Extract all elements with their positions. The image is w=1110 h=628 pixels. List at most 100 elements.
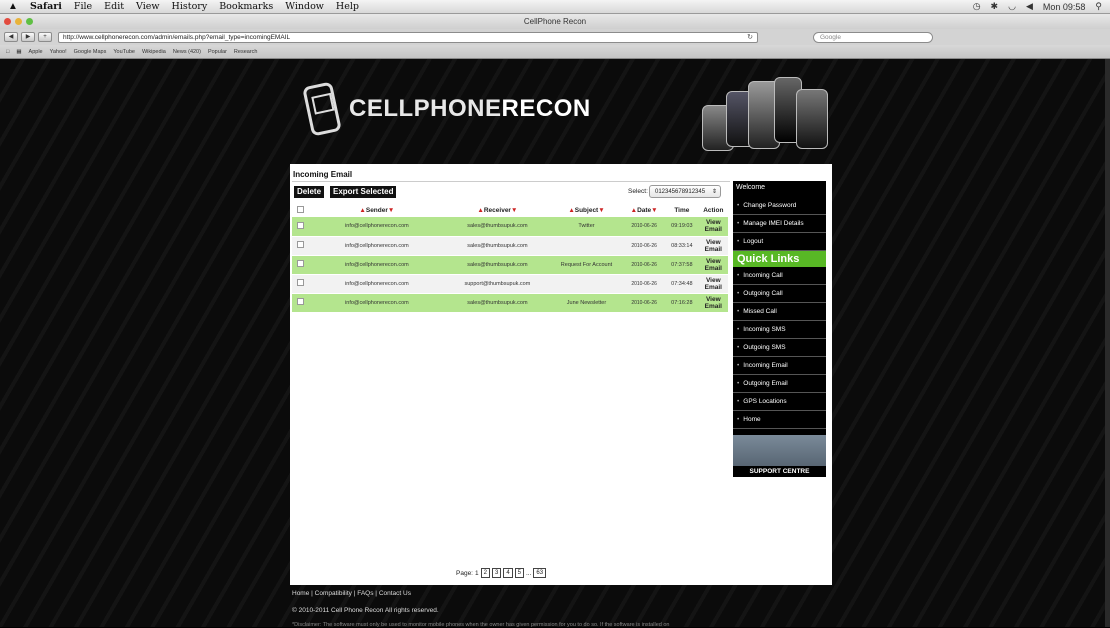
- row-checkbox[interactable]: [296, 279, 304, 286]
- menu-clock[interactable]: Mon 09:58: [1043, 2, 1086, 12]
- wifi-icon[interactable]: ◡: [1008, 1, 1016, 12]
- cell-subject: Twitter: [549, 217, 624, 237]
- sidebar-item-incoming-sms[interactable]: • Incoming SMS: [733, 321, 826, 339]
- cell-subject: Request For Account: [549, 255, 624, 275]
- column-date[interactable]: ▲Date▼: [623, 203, 665, 217]
- view-email-link[interactable]: View Email: [698, 217, 728, 237]
- sidebar-item-incoming-email[interactable]: • Incoming Email: [733, 357, 826, 375]
- site-logo[interactable]: CELLPHONERECON: [302, 81, 591, 137]
- row-checkbox[interactable]: [296, 241, 304, 248]
- column-receiver[interactable]: ▲Receiver▼: [445, 203, 550, 217]
- sidebar-item-incoming-call[interactable]: • Incoming Call: [733, 267, 826, 285]
- bookmark-yahoo[interactable]: Yahoo!: [50, 49, 67, 55]
- view-email-link[interactable]: View Email: [698, 236, 728, 256]
- menu-edit[interactable]: Edit: [104, 1, 124, 12]
- browser-toolbar: ◀ ▶ + http://www.cellphonerecon.com/admi…: [0, 29, 1110, 45]
- footer-link-compatibility[interactable]: Compatibility: [315, 590, 352, 597]
- reading-list-icon[interactable]: □: [6, 49, 9, 55]
- page-link[interactable]: 4: [503, 568, 513, 578]
- time-machine-icon[interactable]: ◷: [973, 1, 981, 12]
- export-selected-button[interactable]: Export Selected: [330, 186, 397, 198]
- bookmark-apple[interactable]: Apple: [29, 49, 43, 55]
- reload-icon[interactable]: ↻: [747, 33, 753, 43]
- bookmark-wikipedia[interactable]: Wikipedia: [142, 49, 166, 55]
- incoming-email-table: ▲Sender▼ ▲Receiver▼ ▲Subject▼ ▲Date▼ Tim…: [292, 203, 728, 313]
- view-email-link[interactable]: View Email: [698, 274, 728, 294]
- bookmarks-bar: □ ▦ Apple Yahoo! Google Maps YouTube Wik…: [0, 45, 1110, 59]
- pager-current: 1: [475, 569, 479, 577]
- menu-bookmarks[interactable]: Bookmarks: [219, 1, 273, 12]
- footer-link-faqs[interactable]: FAQs: [357, 590, 373, 597]
- table-row: info@cellphonerecon.com sales@thumbsupuk…: [292, 217, 728, 237]
- footer-links: Home | Compatibility | FAQs | Contact Us: [292, 590, 411, 597]
- sidebar-item-manage-imei[interactable]: • Manage IMEI Details: [733, 215, 826, 233]
- page-scrollbar[interactable]: [1105, 59, 1110, 627]
- add-bookmark-button[interactable]: +: [38, 32, 52, 42]
- menu-history[interactable]: History: [172, 1, 208, 12]
- page-link[interactable]: 3: [491, 568, 502, 578]
- sidebar-item-gps-locations[interactable]: • GPS Locations: [733, 393, 826, 411]
- window-title: CellPhone Recon: [523, 17, 587, 26]
- search-placeholder: Google: [820, 33, 841, 41]
- footer-link-home[interactable]: Home: [292, 590, 309, 597]
- cell-date: 2010-06-26: [623, 293, 666, 313]
- menu-safari[interactable]: Safari: [30, 1, 62, 12]
- spotlight-icon[interactable]: ⚲: [1095, 1, 1102, 12]
- volume-icon[interactable]: ◀: [1026, 1, 1033, 12]
- row-checkbox[interactable]: [296, 298, 304, 305]
- bookmark-popular[interactable]: Popular: [208, 49, 227, 55]
- menu-file[interactable]: File: [74, 1, 92, 12]
- back-button[interactable]: ◀: [4, 32, 18, 42]
- menu-window[interactable]: Window: [285, 1, 324, 12]
- row-checkbox[interactable]: [296, 221, 304, 229]
- device-select[interactable]: 012345678912345 ⇕: [649, 185, 721, 198]
- forward-button[interactable]: ▶: [21, 32, 35, 42]
- sidebar-welcome: Welcome: [736, 184, 766, 191]
- sidebar-item-outgoing-sms[interactable]: • Outgoing SMS: [733, 339, 826, 357]
- cell-subject: June Newsletter: [549, 293, 624, 313]
- menu-extras: ◷ ✱ ◡ ◀ Mon 09:58 ⚲: [973, 1, 1102, 12]
- sidebar-item-outgoing-email[interactable]: • Outgoing Email: [733, 375, 826, 393]
- bookmark-news[interactable]: News (420): [173, 49, 201, 55]
- column-sender[interactable]: ▲Sender▼: [309, 203, 445, 217]
- column-subject[interactable]: ▲Subject▼: [550, 203, 623, 217]
- bookmark-google-maps[interactable]: Google Maps: [74, 49, 107, 55]
- page-link[interactable]: 2: [480, 568, 490, 578]
- page-link-last[interactable]: 63: [533, 568, 547, 578]
- cell-subject: [549, 236, 624, 256]
- view-email-link[interactable]: View Email: [698, 293, 728, 313]
- cell-sender: info@cellphonerecon.com: [308, 274, 446, 294]
- page-link[interactable]: 5: [514, 568, 524, 578]
- apple-menu-icon[interactable]: ▲: [8, 1, 18, 12]
- table-header-row: ▲Sender▼ ▲Receiver▼ ▲Subject▼ ▲Date▼ Tim…: [292, 203, 728, 217]
- address-bar[interactable]: http://www.cellphonerecon.com/admin/emai…: [58, 31, 758, 43]
- cell-time: 09:19:03: [665, 217, 699, 237]
- sidebar-item-logout[interactable]: • Logout: [733, 233, 826, 251]
- sidebar-item-home[interactable]: • Home: [733, 411, 826, 429]
- bookmark-youtube[interactable]: YouTube: [113, 49, 135, 55]
- sidebar-item-outgoing-call[interactable]: • Outgoing Call: [733, 285, 826, 303]
- bookmark-research[interactable]: Research: [234, 49, 258, 55]
- menu-help[interactable]: Help: [336, 1, 359, 12]
- top-sites-icon[interactable]: ▦: [16, 49, 21, 55]
- menu-view[interactable]: View: [136, 1, 160, 12]
- select-all-checkbox[interactable]: [296, 205, 304, 213]
- search-field[interactable]: Google: [813, 31, 933, 43]
- pager-label: Page:: [456, 569, 473, 577]
- cell-sender: info@cellphonerecon.com: [308, 217, 446, 237]
- cell-date: 2010-06-26: [623, 236, 666, 256]
- footer-separator: |: [311, 590, 313, 597]
- footer-separator: |: [375, 590, 377, 597]
- delete-button[interactable]: Delete: [294, 186, 325, 198]
- row-checkbox[interactable]: [296, 260, 304, 267]
- cell-receiver: support@thumbsupuk.com: [445, 274, 550, 294]
- sidebar-item-change-password[interactable]: • Change Password: [733, 197, 826, 215]
- sidebar-item-missed-call[interactable]: • Missed Call: [733, 303, 826, 321]
- bluetooth-icon[interactable]: ✱: [991, 1, 999, 12]
- support-centre-banner[interactable]: SUPPORT CENTRE: [733, 435, 826, 477]
- footer-link-contact[interactable]: Contact Us: [379, 590, 411, 597]
- view-email-link[interactable]: View Email: [698, 255, 728, 275]
- footer-separator: |: [353, 590, 356, 597]
- logo-text: CELLPHONERECON: [349, 95, 591, 122]
- main-content-panel: Incoming Email Delete Export Selected Se…: [290, 164, 832, 585]
